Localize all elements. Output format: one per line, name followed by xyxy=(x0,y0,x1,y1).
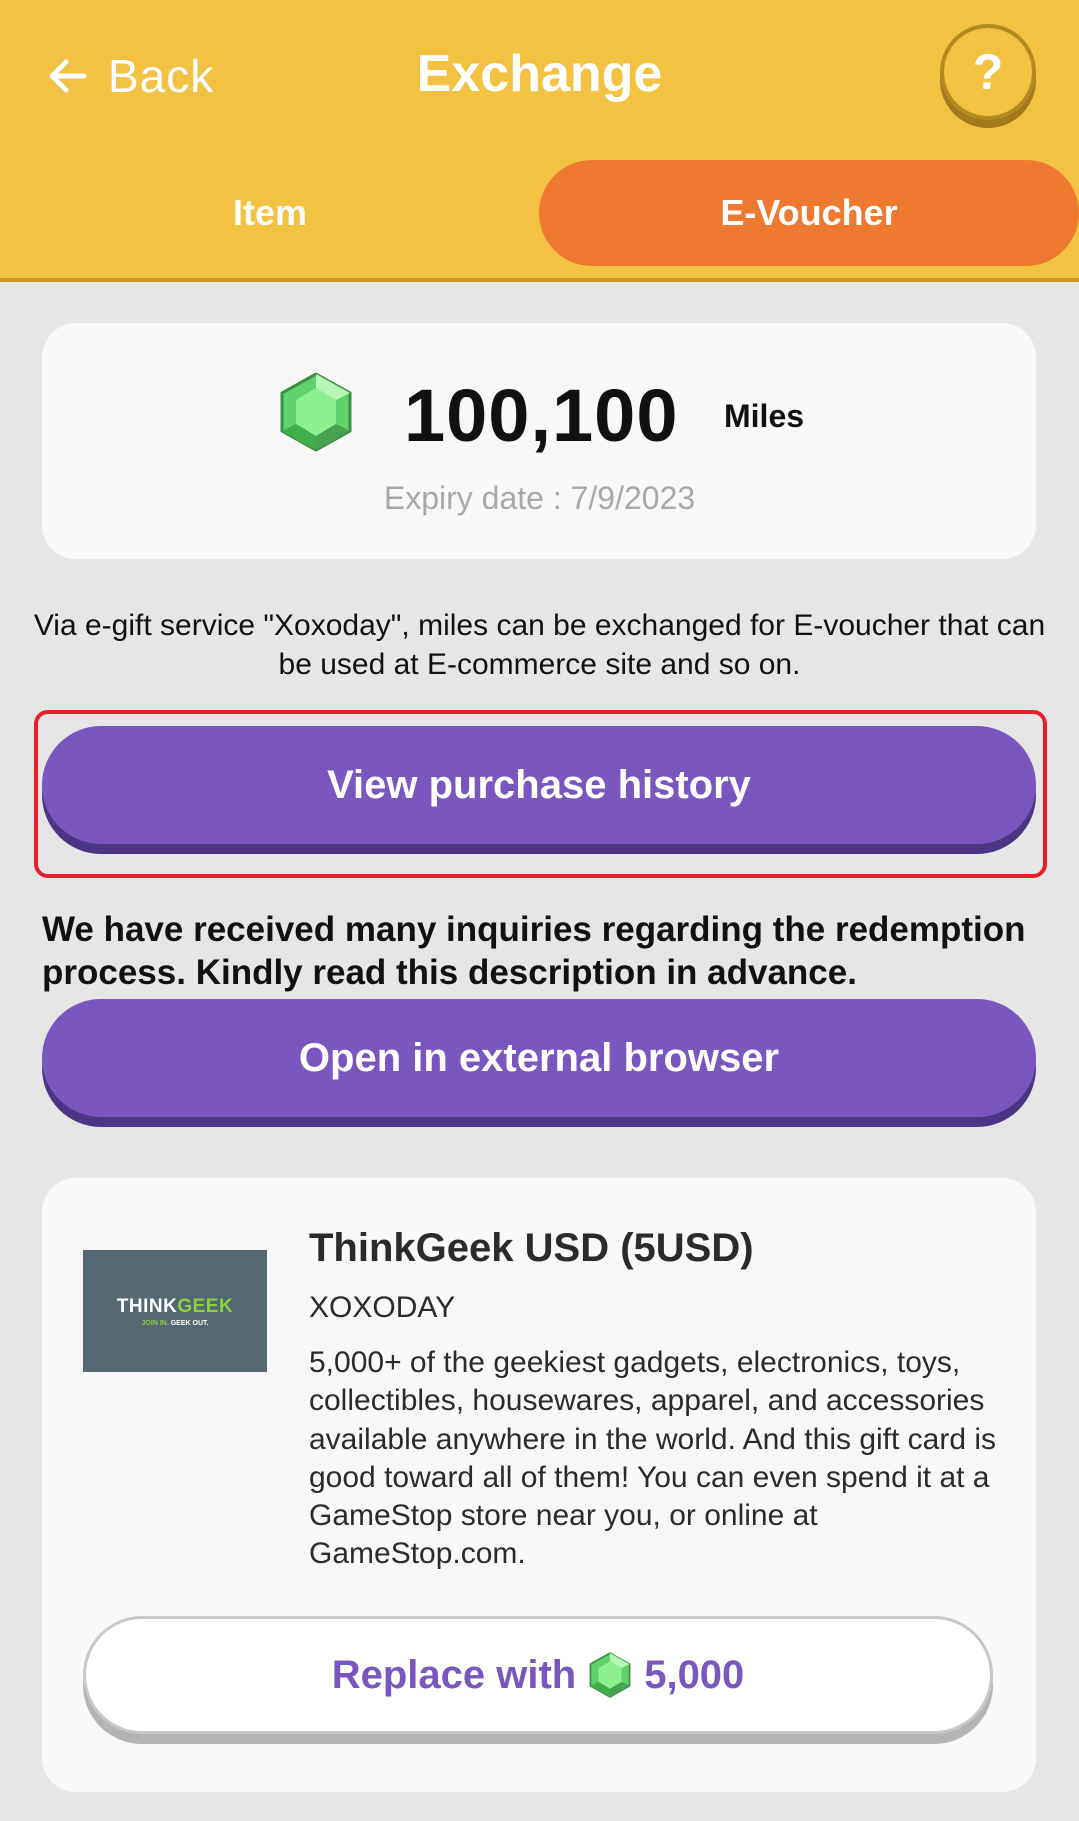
view-purchase-history-button[interactable]: View purchase history xyxy=(42,726,1036,844)
miles-unit: Miles xyxy=(724,398,805,434)
product-title: ThinkGeek USD (5USD) xyxy=(309,1226,754,1270)
help-button[interactable]: ? xyxy=(940,24,1036,120)
redemption-notice: We have received many inquiries regardin… xyxy=(42,910,1026,992)
tab-item[interactable]: Item xyxy=(0,160,540,266)
tab-e-voucher[interactable]: E-Voucher xyxy=(539,160,1079,266)
service-description: Via e-gift service "Xoxoday", miles can … xyxy=(0,606,1079,684)
gem-icon xyxy=(280,372,352,452)
gem-icon xyxy=(589,1652,631,1698)
service-description-line: Via e-gift service "Xoxoday", miles can … xyxy=(33,609,1046,642)
product-description: 5,000+ of the geekiest gadgets, electron… xyxy=(309,1346,997,1571)
app-header: Back Exchange ? Item E-Voucher xyxy=(0,0,1079,282)
page-title: Exchange xyxy=(416,45,663,103)
service-description-line: be used at E-commerce site and so on. xyxy=(278,648,801,681)
replace-price: 5,000 xyxy=(644,1652,745,1697)
replace-button[interactable]: Replace with 5,000 xyxy=(83,1616,993,1734)
open-external-browser-button[interactable]: Open in external browser xyxy=(42,999,1036,1117)
expiry-date: Expiry date : 7/9/2023 xyxy=(383,480,696,516)
logo-tagline: JOIN IN. GEEK OUT. xyxy=(141,1319,209,1327)
miles-value: 100,100 xyxy=(404,374,679,457)
thinkgeek-logo: THINKGEEK JOIN IN. GEEK OUT. xyxy=(83,1250,267,1372)
product-vendor: XOXODAY xyxy=(309,1291,456,1324)
help-icon: ? xyxy=(972,44,1004,100)
logo-wordmark: THINKGEEK xyxy=(116,1295,234,1317)
replace-label: Replace with xyxy=(331,1652,577,1697)
